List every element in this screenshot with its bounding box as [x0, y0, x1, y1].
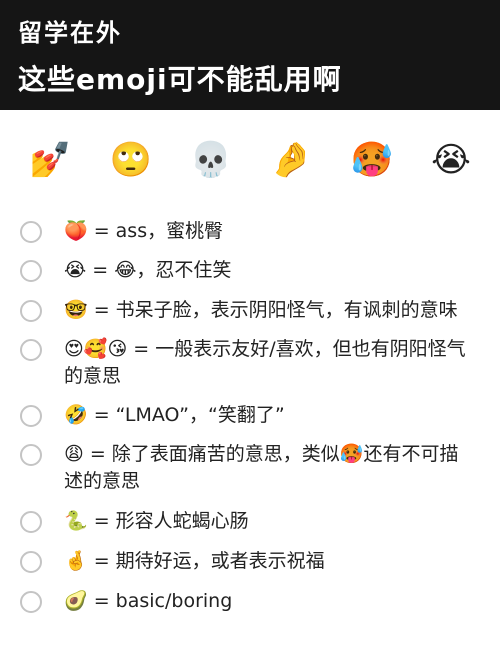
checkbox-circle[interactable]: [20, 300, 42, 322]
list-item-text: 🥑 = basic/boring: [64, 590, 233, 612]
eye-roll-emoji-icon: 🙄: [109, 140, 152, 180]
header-title-line2: 这些emoji可不能乱用啊: [18, 63, 342, 96]
emoji-row: 💅 🙄 💀 🤌 🥵 😭: [0, 120, 500, 200]
emoji-meaning-list: 🍑 = ass，蜜桃臀 😭 = 😂，忍不住笑 🤓 = 书呆子脸，表示阴阳怪气，有…: [0, 218, 500, 615]
list-item-weary: 😩 = 除了表面痛苦的意思，类似🥵还有不可描述的意思: [0, 441, 500, 495]
list-item-text: 😭 = 😂，忍不住笑: [64, 259, 232, 281]
list-item-text: 🐍 = 形容人蛇蝎心肠: [64, 510, 249, 532]
list-item-peach: 🍑 = ass，蜜桃臀: [0, 218, 500, 245]
checkbox-circle[interactable]: [20, 339, 42, 361]
checkbox-circle[interactable]: [20, 260, 42, 282]
list-item-crying: 😭 = 😂，忍不住笑: [0, 257, 500, 284]
list-item-nerd: 🤓 = 书呆子脸，表示阴阳怪气，有讽刺的意味: [0, 297, 500, 324]
list-item-text: 🍑 = ass，蜜桃臀: [64, 220, 224, 242]
nail-polish-emoji-icon: 💅: [29, 140, 72, 180]
list-item-rofl: 🤣 = “LMAO”，“笑翻了”: [0, 402, 500, 429]
hot-face-emoji-icon: 🥵: [350, 140, 394, 180]
pinched-fingers-emoji-icon: 🤌: [270, 140, 313, 180]
list-item-heart-eyes: 😍🥰😘 = 一般表示友好/喜欢，但也有阴阳怪气的意思: [0, 336, 500, 390]
header-banner: 留学在外 这些emoji可不能乱用啊: [0, 0, 500, 110]
list-item-snake: 🐍 = 形容人蛇蝎心肠: [0, 508, 500, 535]
list-item-text: 🤓 = 书呆子脸，表示阴阳怪气，有讽刺的意味: [64, 299, 458, 321]
skull-emoji-icon: 💀: [189, 140, 233, 180]
list-item-crossed-fingers: 🤞 = 期待好运，或者表示祝福: [0, 548, 500, 575]
list-item-text: 😍🥰😘 = 一般表示友好/喜欢，但也有阴阳怪气的意思: [64, 338, 466, 387]
list-item-text: 🤞 = 期待好运，或者表示祝福: [64, 550, 325, 572]
crying-face-emoji-icon: 😭: [431, 140, 471, 180]
checkbox-circle[interactable]: [20, 551, 42, 573]
checkbox-circle[interactable]: [20, 221, 42, 243]
list-item-avocado: 🥑 = basic/boring: [0, 588, 500, 615]
checkbox-circle[interactable]: [20, 591, 42, 613]
list-item-text: 😩 = 除了表面痛苦的意思，类似🥵还有不可描述的意思: [64, 443, 459, 492]
list-item-text: 🤣 = “LMAO”，“笑翻了”: [64, 404, 285, 426]
checkbox-circle[interactable]: [20, 444, 42, 466]
checkbox-circle[interactable]: [20, 511, 42, 533]
checkbox-circle[interactable]: [20, 405, 42, 427]
header-title-line1: 留学在外: [18, 19, 122, 47]
